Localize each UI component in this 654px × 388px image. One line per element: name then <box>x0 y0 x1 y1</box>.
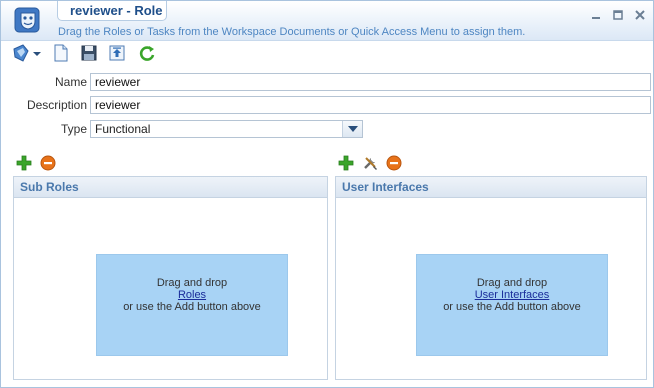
role-masks-icon <box>14 7 40 33</box>
sub-roles-header: Sub Roles <box>14 177 327 198</box>
user-interfaces-title: User Interfaces <box>342 180 429 194</box>
user-interfaces-link[interactable]: User Interfaces <box>417 289 607 301</box>
drop-instruction: Drag and drop <box>156 277 228 289</box>
user-interfaces-panel: User Interfaces Drag and drop User Inter… <box>335 176 647 380</box>
close-icon[interactable] <box>634 9 646 21</box>
type-select[interactable]: Functional <box>90 120 363 138</box>
description-label: Description <box>26 98 87 112</box>
add-sub-role-icon[interactable] <box>16 155 32 171</box>
app-menu-icon[interactable] <box>11 43 31 63</box>
user-interfaces-drop-zone[interactable]: Drag and drop User Interfaces or use the… <box>416 254 608 356</box>
role-editor-window: reviewer - Role Drag the Roles or Tasks … <box>0 0 654 388</box>
remove-user-interface-icon[interactable] <box>386 155 402 171</box>
refresh-icon[interactable] <box>137 43 157 63</box>
drop-instruction: Drag and drop <box>476 277 548 289</box>
new-document-icon[interactable] <box>51 43 71 63</box>
title-tab: reviewer - Role <box>57 1 167 21</box>
sub-roles-panel: Sub Roles Drag and drop Roles or use the… <box>13 176 328 380</box>
chevron-down-icon <box>348 126 358 132</box>
window-header: reviewer - Role Drag the Roles or Tasks … <box>1 1 653 41</box>
window-title: reviewer - Role <box>70 3 163 18</box>
name-field[interactable]: reviewer <box>90 73 651 91</box>
drop-alternative: or use the Add button above <box>123 301 261 313</box>
drop-alternative: or use the Add button above <box>443 301 581 313</box>
type-label: Type <box>60 122 87 136</box>
select-arrow[interactable] <box>342 121 362 137</box>
toolbar <box>9 43 309 65</box>
name-label: Name <box>54 75 87 89</box>
restore-icon[interactable] <box>612 9 624 21</box>
export-icon[interactable] <box>107 43 127 63</box>
save-icon[interactable] <box>79 43 99 63</box>
add-user-interface-icon[interactable] <box>338 155 354 171</box>
remove-sub-role-icon[interactable] <box>40 155 56 171</box>
assign-hint: Drag the Roles or Tasks from the Workspa… <box>58 26 526 38</box>
sub-roles-drop-zone[interactable]: Drag and drop Roles or use the Add butto… <box>96 254 288 356</box>
dropdown-arrow-icon[interactable] <box>31 43 43 63</box>
minimize-icon[interactable] <box>590 9 602 21</box>
type-select-value: Functional <box>95 122 151 136</box>
sub-roles-title: Sub Roles <box>20 180 79 194</box>
user-interfaces-header: User Interfaces <box>336 177 646 198</box>
tools-icon[interactable] <box>362 155 378 171</box>
description-field[interactable]: reviewer <box>90 96 651 114</box>
roles-link[interactable]: Roles <box>97 289 287 301</box>
